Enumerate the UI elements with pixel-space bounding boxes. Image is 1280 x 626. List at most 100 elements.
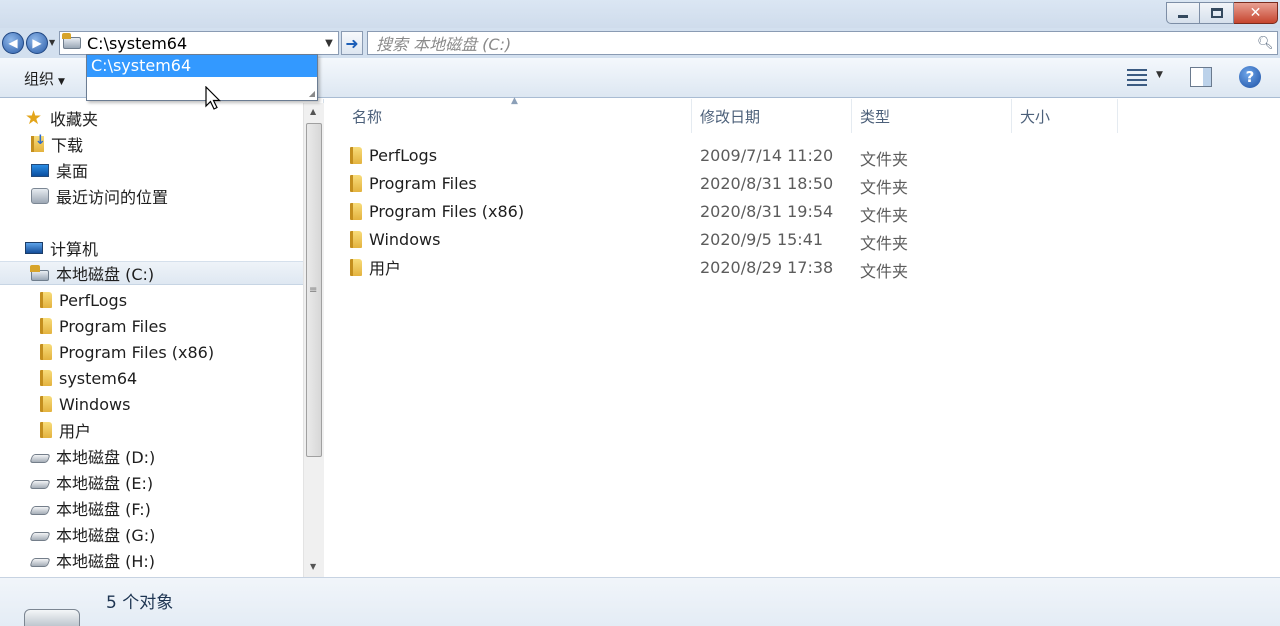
- forward-button[interactable]: ▶: [26, 32, 48, 54]
- go-button[interactable]: ➜: [341, 31, 363, 55]
- column-header-modified[interactable]: 修改日期: [692, 99, 852, 133]
- file-name: 用户: [369, 259, 402, 278]
- file-name: Windows: [369, 229, 441, 249]
- address-bar[interactable]: C:\system64 ▼: [59, 31, 339, 55]
- status-bar: 5 个对象: [0, 577, 1280, 626]
- nav-label: 本地磁盘 (C:): [56, 265, 155, 284]
- column-header-name[interactable]: 名称: [344, 99, 692, 133]
- nav-label: 本地磁盘 (D:): [56, 448, 156, 467]
- drive-icon: [29, 506, 51, 515]
- search-icon[interactable]: 🔍︎: [1257, 36, 1277, 51]
- drive-icon: [62, 33, 81, 49]
- minimize-button[interactable]: [1166, 2, 1200, 24]
- folder-icon: [40, 396, 52, 412]
- scroll-down-icon[interactable]: ▼: [310, 562, 316, 571]
- folder-icon: [40, 318, 52, 334]
- drive-icon: [29, 558, 51, 567]
- nav-label: 计算机: [50, 240, 99, 259]
- nav-item-recent-places[interactable]: 最近访问的位置: [31, 184, 168, 208]
- computer-icon: [25, 242, 43, 254]
- nav-folder-users[interactable]: 用户: [40, 418, 91, 442]
- autocomplete-item[interactable]: C:\system64: [87, 55, 317, 77]
- nav-label: 用户: [59, 422, 92, 441]
- nav-scrollbar[interactable]: ▲ ≡ ▼: [303, 103, 324, 577]
- nav-label: 收藏夹: [50, 110, 99, 129]
- nav-item-f-drive[interactable]: 本地磁盘 (F:): [29, 496, 151, 520]
- file-modified: 2020/8/29 17:38: [700, 258, 834, 277]
- nav-item-downloads[interactable]: 下载: [31, 132, 83, 156]
- nav-label: 本地磁盘 (E:): [56, 474, 154, 493]
- nav-label: PerfLogs: [59, 290, 128, 310]
- folder-icon: [350, 230, 362, 248]
- file-name: PerfLogs: [369, 145, 438, 165]
- nav-label: Program Files (x86): [59, 342, 215, 362]
- drive-icon: [24, 609, 80, 626]
- view-options-icon[interactable]: [1127, 69, 1147, 87]
- file-type: 文件夹: [860, 234, 909, 253]
- nav-label: 本地磁盘 (H:): [56, 552, 155, 571]
- help-icon[interactable]: ?: [1239, 66, 1261, 88]
- nav-folder-program-files[interactable]: Program Files: [40, 314, 167, 338]
- nav-label: 最近访问的位置: [56, 188, 169, 207]
- file-type: 文件夹: [860, 150, 909, 169]
- search-input[interactable]: 搜索 本地磁盘 (C:): [368, 31, 1257, 55]
- nav-folder-system64[interactable]: system64: [40, 366, 137, 390]
- folder-icon: [40, 344, 52, 360]
- file-modified: 2020/8/31 18:50: [700, 174, 834, 193]
- back-button[interactable]: ◀: [2, 32, 24, 54]
- organize-menu-button[interactable]: 组织 ▼: [24, 68, 65, 89]
- nav-folder-program-files-x86[interactable]: Program Files (x86): [40, 340, 214, 364]
- file-list-pane: ▲ 名称 修改日期 类型 大小 PerfLogs 2009/7/14 11:20…: [325, 96, 1280, 577]
- address-input[interactable]: C:\system64: [87, 34, 320, 53]
- nav-label: Windows: [59, 394, 131, 414]
- nav-label: 本地磁盘 (F:): [56, 500, 151, 519]
- restore-icon: [1210, 8, 1223, 18]
- chevron-down-icon: ▼: [58, 77, 65, 87]
- nav-folder-windows[interactable]: Windows: [40, 392, 130, 416]
- resize-grip-icon[interactable]: ◢: [309, 89, 315, 98]
- forward-arrow-icon: ▶: [32, 36, 42, 50]
- scroll-up-icon[interactable]: ▲: [310, 107, 316, 116]
- title-bar: ✕: [0, 0, 1280, 28]
- folder-icon: [40, 292, 52, 308]
- go-arrow-icon: ➜: [345, 33, 359, 53]
- nav-label: 桌面: [56, 162, 89, 181]
- nav-item-c-drive[interactable]: 本地磁盘 (C:): [0, 261, 303, 285]
- address-autocomplete-list: C:\system64 ◢: [86, 54, 318, 101]
- nav-computer[interactable]: 计算机: [25, 236, 98, 260]
- item-count: 5 个对象: [106, 593, 174, 613]
- maximize-button[interactable]: [1200, 2, 1234, 24]
- scroll-grip-icon: ≡: [309, 285, 318, 296]
- nav-label: 下载: [51, 136, 84, 155]
- system-drive-icon: [30, 264, 49, 281]
- column-header-size[interactable]: 大小: [1012, 99, 1118, 133]
- file-modified: 2009/7/14 11:20: [700, 146, 834, 165]
- navigation-pane: ★ 收藏夹 下载 桌面 最近访问的位置 计算机 本地磁盘 (C:) PerfLo…: [0, 99, 324, 577]
- file-type: 文件夹: [860, 262, 909, 281]
- folder-icon: [350, 258, 362, 276]
- nav-item-desktop[interactable]: 桌面: [31, 158, 88, 182]
- folder-icon: [40, 370, 52, 386]
- column-header-type[interactable]: 类型: [852, 99, 1012, 133]
- recent-pages-dropdown[interactable]: ▼: [49, 38, 55, 47]
- folder-icon: [350, 146, 362, 164]
- search-box[interactable]: 搜索 本地磁盘 (C:) 🔍︎: [367, 31, 1278, 55]
- folder-icon: [40, 422, 52, 438]
- organize-label: 组织: [24, 70, 55, 88]
- nav-favorites[interactable]: ★ 收藏夹: [25, 106, 98, 130]
- nav-item-e-drive[interactable]: 本地磁盘 (E:): [29, 470, 154, 494]
- nav-item-h-drive[interactable]: 本地磁盘 (H:): [29, 548, 155, 572]
- file-type: 文件夹: [860, 206, 909, 225]
- close-button[interactable]: ✕: [1234, 2, 1278, 24]
- drive-icon: [29, 480, 51, 489]
- file-modified: 2020/8/31 19:54: [700, 202, 834, 221]
- address-dropdown-icon[interactable]: ▼: [320, 38, 338, 49]
- view-dropdown-icon[interactable]: ▼: [1156, 70, 1163, 80]
- nav-item-g-drive[interactable]: 本地磁盘 (G:): [29, 522, 155, 546]
- nav-label: Program Files: [59, 316, 167, 336]
- file-name: Program Files (x86): [369, 201, 525, 221]
- nav-folder-perflogs[interactable]: PerfLogs: [40, 288, 127, 312]
- preview-pane-icon[interactable]: [1190, 67, 1212, 87]
- nav-item-d-drive[interactable]: 本地磁盘 (D:): [29, 444, 156, 468]
- nav-label: system64: [59, 368, 138, 388]
